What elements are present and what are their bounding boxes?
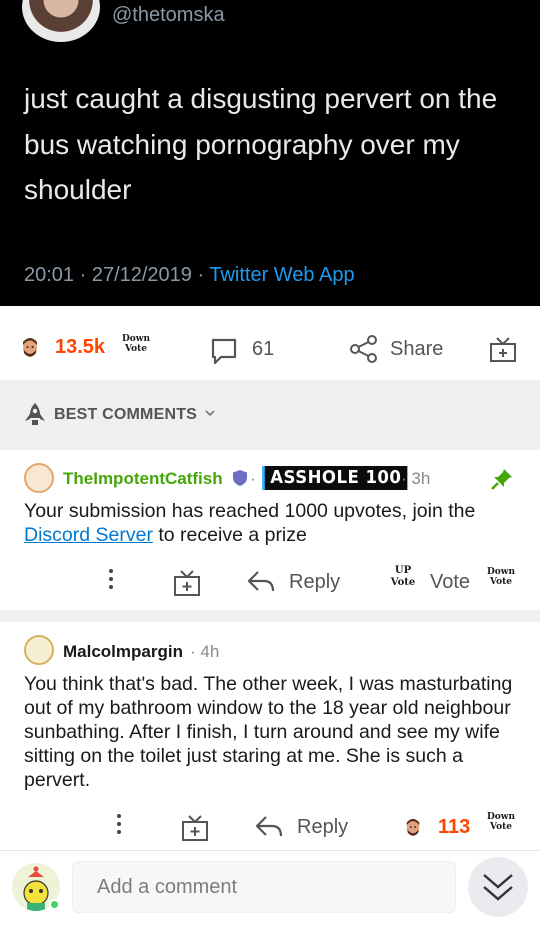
separator-dot: · xyxy=(250,469,256,488)
discord-link[interactable]: Discord Server xyxy=(24,524,153,546)
comment-sort-bar[interactable]: BEST COMMENTS xyxy=(0,380,540,450)
tweet-timestamp: 20:01 · 27/12/2019 · xyxy=(24,264,210,286)
sort-label: BEST COMMENTS xyxy=(54,406,198,423)
comment-author[interactable]: Malcolmpargin xyxy=(63,642,183,662)
upvote-text-1: UP xyxy=(394,565,412,576)
upvote-face-icon[interactable] xyxy=(404,816,422,838)
bottom-comment-bar: Add a comment xyxy=(0,850,540,928)
comment-text: Your submission has reached 1000 upvotes… xyxy=(24,500,476,522)
tweet-text: just caught a disgusting pervert on the … xyxy=(24,83,498,205)
comment-item[interactable]: Malcolmpargin · 4h You think that's bad.… xyxy=(0,622,540,850)
online-indicator xyxy=(49,899,60,910)
comment-avatar[interactable] xyxy=(24,463,54,493)
downvote-text-2: Vote xyxy=(124,344,148,354)
comment-text-end: to receive a prize xyxy=(152,524,307,546)
vote-label: Vote xyxy=(430,571,471,593)
downvote-text-1: Down xyxy=(121,334,151,344)
post-image[interactable]: @thetomska just caught a disgusting perv… xyxy=(0,0,540,306)
upvote-face-icon[interactable] xyxy=(20,336,40,358)
award-gift-icon[interactable] xyxy=(488,334,518,364)
downvote-text-2: Vote xyxy=(489,822,513,832)
downvote-text-2: Vote xyxy=(489,577,513,587)
collapse-chevrons-icon xyxy=(483,874,513,901)
chevron-down-icon xyxy=(205,410,215,417)
comment-body: You think that's bad. The other week, I … xyxy=(24,673,513,791)
comment-action-bar: Reply 113 Down Vote xyxy=(0,806,540,846)
pin-icon xyxy=(491,469,512,490)
comment-author[interactable]: TheImpotentCatfish xyxy=(63,469,223,489)
collapse-comments-button[interactable] xyxy=(468,857,528,917)
comment-icon[interactable] xyxy=(209,336,239,366)
comment-count[interactable]: 61 xyxy=(252,338,274,361)
downvote-button[interactable]: Down Vote xyxy=(118,334,154,354)
user-flair: ASSHOLE 100 xyxy=(262,466,407,490)
comment-score: 113 xyxy=(438,816,471,838)
tweet-handle: @thetomska xyxy=(112,4,225,26)
share-icon[interactable] xyxy=(349,335,379,363)
more-dots-icon[interactable] xyxy=(108,569,114,593)
post-score: 13.5k xyxy=(55,336,106,358)
downvote-text-1: Down xyxy=(486,812,516,822)
comment-item[interactable]: TheImpotentCatfish · ASSHOLE 100 · 3h Yo… xyxy=(0,450,540,610)
comment-time-value: 3h xyxy=(411,469,431,488)
share-button[interactable]: Share xyxy=(390,338,443,361)
tweet-meta: 20:01 · 27/12/2019 · Twitter Web App xyxy=(24,264,355,287)
award-gift-icon[interactable] xyxy=(180,814,210,842)
upvote-text-2: Vote xyxy=(390,577,416,588)
downvote-button[interactable]: Down Vote xyxy=(484,567,518,587)
comment-action-bar: Reply UP Vote Vote Down Vote xyxy=(0,561,540,601)
comment-avatar[interactable] xyxy=(24,635,54,665)
reply-button[interactable]: Reply xyxy=(289,571,340,594)
upvote-button[interactable]: UP Vote xyxy=(386,565,420,589)
comment-time: · 4h xyxy=(190,642,220,661)
post-action-bar: 13.5k Down Vote 61 Share xyxy=(0,306,540,380)
more-dots-icon[interactable] xyxy=(116,814,122,838)
comment-body: Your submission has reached 1000 upvotes… xyxy=(24,499,524,547)
downvote-text-1: Down xyxy=(486,567,516,577)
comment-divider xyxy=(0,610,540,622)
reply-button[interactable]: Reply xyxy=(297,816,348,839)
reply-arrow-icon[interactable] xyxy=(254,814,284,840)
mod-shield-icon xyxy=(233,470,247,486)
award-gift-icon[interactable] xyxy=(172,569,202,597)
tweet-avatar xyxy=(22,0,100,42)
downvote-button[interactable]: Down Vote xyxy=(484,812,518,832)
comment-time: · 3h xyxy=(401,469,431,488)
comment-time-value: 4h xyxy=(200,642,220,661)
rocket-sort-icon xyxy=(25,403,45,425)
tweet-source: Twitter Web App xyxy=(209,264,355,286)
add-comment-input[interactable]: Add a comment xyxy=(72,861,456,913)
reply-arrow-icon[interactable] xyxy=(246,569,276,595)
